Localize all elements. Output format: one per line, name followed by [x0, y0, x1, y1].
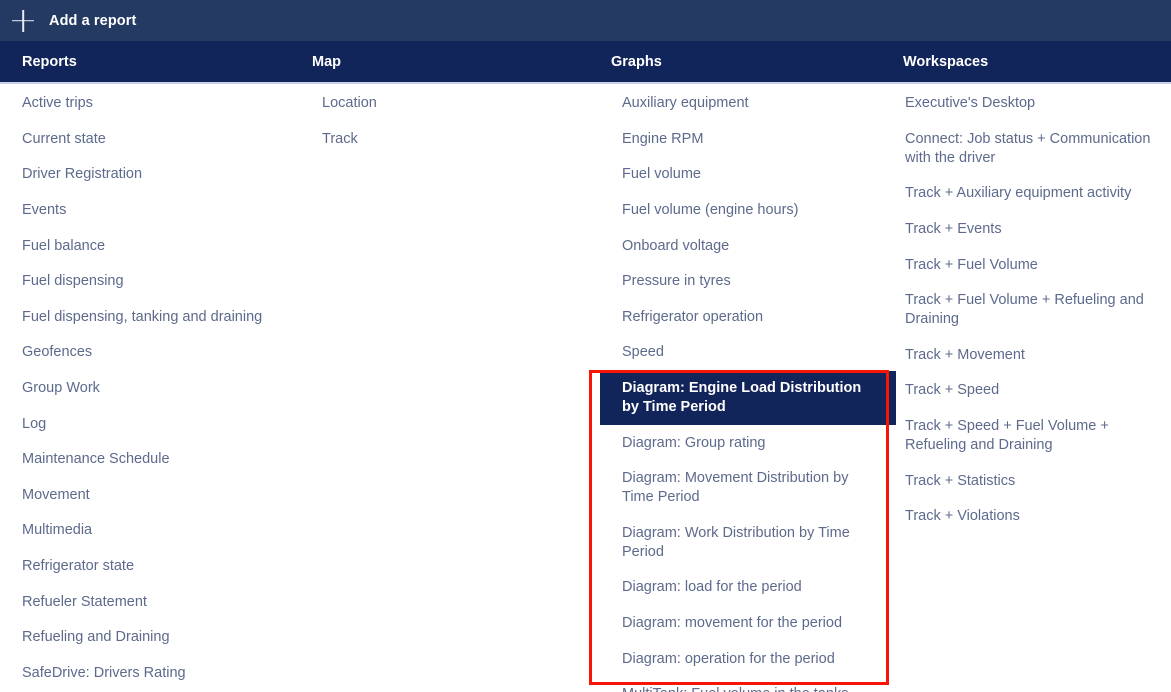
list-item[interactable]: Track + Movement: [892, 338, 1164, 374]
list-item[interactable]: Geofences: [0, 335, 300, 371]
list-item[interactable]: Diagram: Work Distribution by Time Perio…: [600, 516, 896, 571]
list-item[interactable]: Speed: [600, 335, 896, 371]
list-item[interactable]: Log: [0, 406, 300, 442]
list-item[interactable]: Diagram: Movement Distribution by Time P…: [600, 461, 896, 516]
list-item[interactable]: Location: [300, 86, 600, 122]
column-header-reports: Reports: [22, 53, 77, 70]
list-item[interactable]: Group Work: [0, 371, 300, 407]
list-item[interactable]: Fuel dispensing, tanking and draining: [0, 300, 300, 336]
columns-container: Active trips Current state Driver Registra…: [0, 86, 1171, 692]
list-item[interactable]: Engine RPM: [600, 122, 896, 158]
list-item[interactable]: Current state: [0, 122, 300, 158]
list-item[interactable]: Track + Auxiliary equipment activity: [892, 176, 1164, 212]
list-item-selected[interactable]: Diagram: Engine Load Distribution by Tim…: [600, 370, 896, 426]
column-header-map: Map: [312, 53, 341, 70]
list-item[interactable]: Track + Fuel Volume + Refueling and Drai…: [892, 283, 1164, 338]
list-item[interactable]: Track + Speed + Fuel Volume + Refueling …: [892, 409, 1164, 464]
list-item[interactable]: Track + Statistics: [892, 463, 1164, 499]
plus-icon[interactable]: [12, 10, 34, 32]
add-report-button[interactable]: Add a report: [49, 13, 136, 29]
list-item[interactable]: Maintenance Schedule: [0, 442, 300, 478]
list-item[interactable]: Refrigerator operation: [600, 300, 896, 336]
list-item[interactable]: Refueler Statement: [0, 584, 300, 620]
list-item[interactable]: Track + Events: [892, 212, 1164, 248]
list-item[interactable]: Executive's Desktop: [892, 86, 1164, 122]
list-item[interactable]: Active trips: [0, 86, 300, 122]
list-item[interactable]: Diagram: movement for the period: [600, 606, 896, 642]
list-item[interactable]: Diagram: Group rating: [600, 425, 896, 461]
list-item[interactable]: Track: [300, 122, 600, 158]
column-graphs: Auxiliary equipment Engine RPM Fuel volume…: [600, 86, 896, 692]
list-item[interactable]: Multimedia: [0, 513, 300, 549]
list-item[interactable]: SafeDrive: Drivers Rating: [0, 656, 300, 692]
list-item[interactable]: Diagram: operation for the period: [600, 641, 896, 677]
column-reports: Active trips Current state Driver Registra…: [0, 86, 300, 692]
column-header-graphs: Graphs: [611, 53, 662, 70]
list-item[interactable]: Onboard voltage: [600, 228, 896, 264]
list-item[interactable]: Fuel dispensing: [0, 264, 300, 300]
list-item[interactable]: Refueling and Draining: [0, 620, 300, 656]
column-map: Location Track: [300, 86, 600, 692]
list-item[interactable]: Movement: [0, 478, 300, 514]
list-item[interactable]: Pressure in tyres: [600, 264, 896, 300]
list-item[interactable]: Refrigerator state: [0, 549, 300, 585]
column-header-workspaces: Workspaces: [903, 53, 989, 70]
list-item[interactable]: Fuel balance: [0, 228, 300, 264]
list-item[interactable]: Fuel volume: [600, 157, 896, 193]
column-header-row: Reports Map Graphs Workspaces: [0, 41, 1171, 84]
list-item[interactable]: Events: [0, 193, 300, 229]
list-item[interactable]: Track + Violations: [892, 499, 1164, 535]
top-toolbar: Add a report: [0, 0, 1171, 41]
list-item[interactable]: Auxiliary equipment: [600, 86, 896, 122]
column-workspaces: Executive's Desktop Connect: Job status +…: [892, 86, 1171, 692]
list-item[interactable]: MultiTank: Fuel volume in the tanks: [600, 677, 896, 692]
report-picker-panel: Add a report Reports Map Graphs Workspac…: [0, 0, 1171, 692]
list-item[interactable]: Track + Speed: [892, 373, 1164, 409]
list-item[interactable]: Driver Registration: [0, 157, 300, 193]
list-item[interactable]: Diagram: load for the period: [600, 570, 896, 606]
list-item[interactable]: Connect: Job status + Communication with…: [892, 122, 1164, 177]
list-item[interactable]: Track + Fuel Volume: [892, 247, 1164, 283]
list-item[interactable]: Fuel volume (engine hours): [600, 193, 896, 229]
